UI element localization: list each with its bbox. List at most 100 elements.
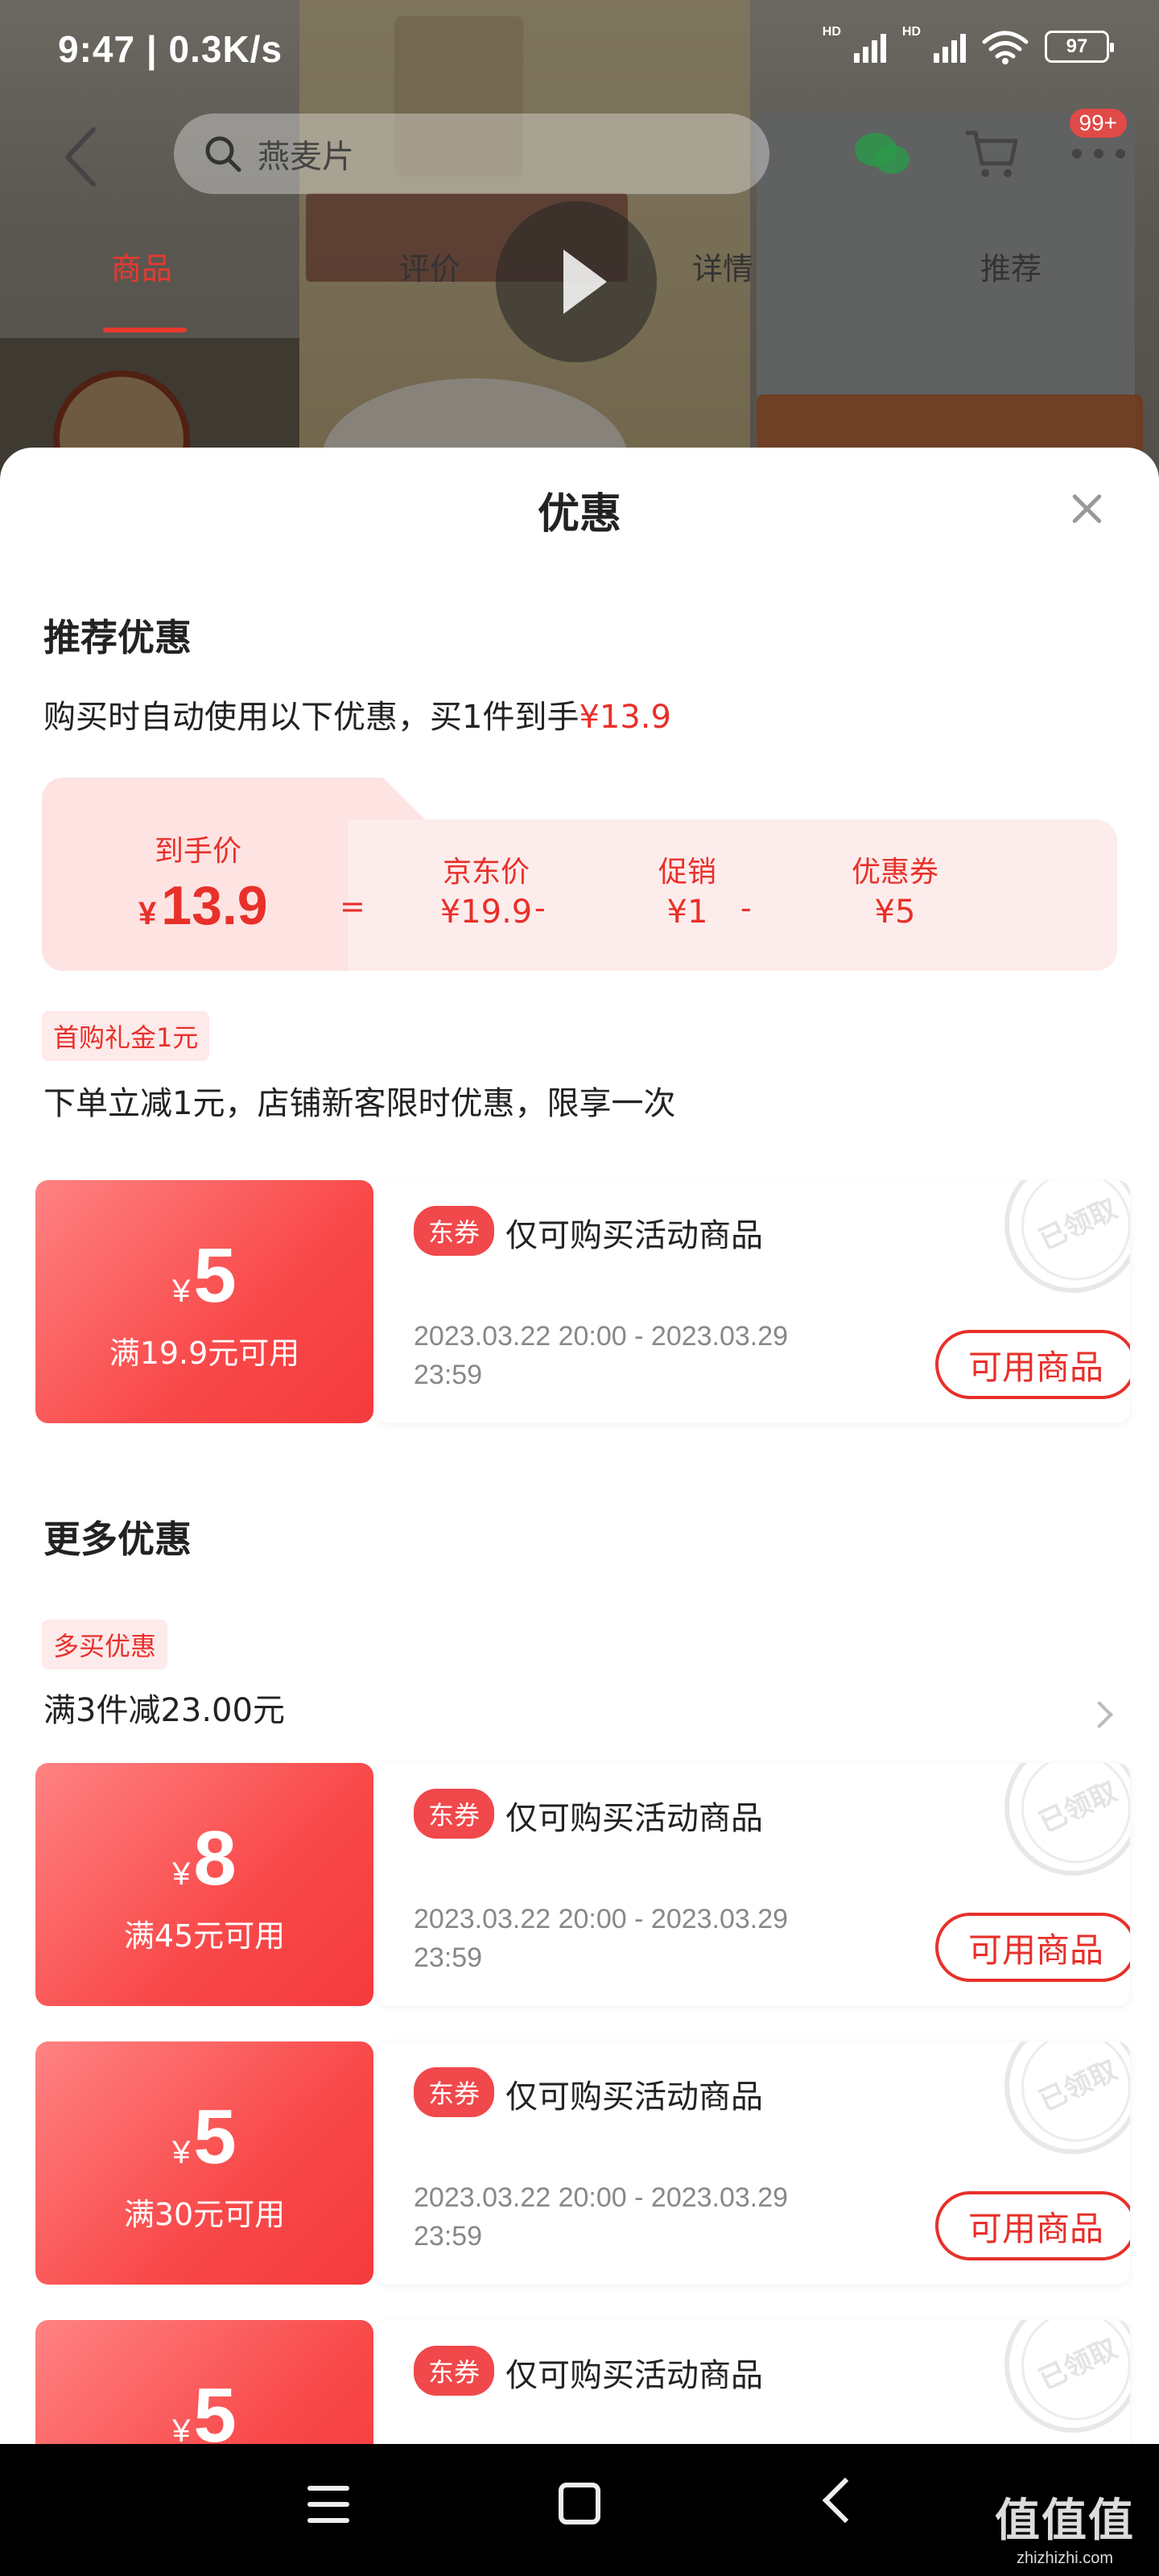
video-play-icon[interactable] (496, 201, 657, 362)
final-price-yen: ¥ (138, 896, 157, 931)
coupon-condition: 满19.9元可用 (109, 1335, 300, 1371)
received-stamp: 已领取 (982, 2320, 1130, 2444)
multi-buy-row[interactable]: 满3件减23.00元 (43, 1684, 285, 1731)
cart-icon[interactable] (963, 125, 1021, 183)
coupon-desc: 仅可购买活动商品 (505, 1217, 763, 1254)
promo-value: ¥1 (666, 894, 708, 931)
first-buy-desc: 下单立减1元，店铺新客限时优惠，限享一次 (43, 1085, 676, 1122)
final-price-label: 到手价 (155, 835, 242, 868)
signal-icon-2 (934, 31, 966, 63)
coupon-card[interactable]: ¥5 满30元可用 已领取 东券 仅可购买活动商品 2023.03.22 20:… (35, 2041, 1130, 2285)
coupon-card[interactable]: ¥5 已领取 东券 仅可购买活动商品 (35, 2320, 1130, 2444)
wechat-share-icon[interactable] (852, 129, 913, 179)
price-breakdown: 到手价 ¥13.9 = 京东价 ¥19.9 - 促销 ¥1 - 优惠券 ¥5 (42, 778, 1117, 971)
summary-prefix: 购买时自动使用以下优惠，买1件到手 (43, 699, 580, 736)
coupon-card[interactable]: ¥5 满19.9元可用 已领取 东券 仅可购买活动商品 2023.03.22 2… (35, 1180, 1130, 1423)
coupon-validity: 2023.03.22 20:00 - 2023.03.29 23:59 (414, 1317, 864, 1394)
coupon-yen: ¥ (172, 1274, 191, 1309)
available-products-button[interactable]: 可用商品 (935, 1913, 1130, 1982)
received-stamp: 已领取 (982, 1763, 1130, 1898)
wifi-icon (982, 31, 1029, 64)
back-arrow-icon[interactable] (58, 125, 106, 189)
recommended-title: 推荐优惠 (43, 616, 192, 659)
recent-apps-icon[interactable] (307, 2486, 349, 2524)
tab-reviews[interactable]: 评价 (399, 244, 460, 288)
coupon-amount-value: 5 (193, 2372, 237, 2444)
coupon-amount: ¥8 (35, 1814, 373, 1903)
coupon-type-badge: 东券 (414, 1789, 495, 1839)
coupon-value-panel: ¥5 (35, 2320, 373, 2444)
coupon-info-panel: 已领取 东券 仅可购买活动商品 (377, 2320, 1130, 2444)
coupon-amount-value: 5 (193, 1232, 237, 1319)
coupon-info-panel: 已领取 东券 仅可购买活动商品 2023.03.22 20:00 - 2023.… (377, 1180, 1130, 1423)
status-time: 9:47 | 0.3K/s (58, 28, 283, 70)
hd-label-2: HD (901, 25, 921, 39)
stamp-text: 已领取 (1034, 2054, 1123, 2118)
status-bar: 9:47 | 0.3K/s HD HD 97 (0, 0, 1159, 97)
tab-active-indicator (103, 328, 187, 332)
discount-sheet: 优惠 推荐优惠 购买时自动使用以下优惠，买1件到手¥13.9 到手价 ¥13.9… (0, 448, 1159, 2444)
first-buy-tag: 首购礼金1元 (42, 1011, 210, 1061)
coupon-type-badge: 东券 (414, 1206, 495, 1256)
coupon-info-panel: 已领取 东券 仅可购买活动商品 2023.03.22 20:00 - 2023.… (377, 2041, 1130, 2285)
hd-label: HD (822, 25, 841, 39)
coupon-label: 优惠券 (851, 856, 938, 889)
top-nav: 燕麦片 99+ (0, 101, 1159, 205)
received-stamp: 已领取 (982, 1180, 1130, 1315)
multi-buy-desc: 满3件减23.00元 (43, 1692, 285, 1729)
promo-label: 促销 (658, 856, 716, 889)
coupon-amount: ¥5 (35, 1232, 373, 1320)
coupon-validity: 2023.03.22 20:00 - 2023.03.29 23:59 (414, 1900, 864, 1977)
coupon-date-line2: 23:59 (414, 1360, 483, 1390)
watermark-url: zhizhizhi.com (1016, 2549, 1114, 2567)
coupon-yen: ¥ (172, 2413, 191, 2444)
watermark-logo-text: 值值值 (995, 2495, 1135, 2547)
more-discounts-title: 更多优惠 (43, 1517, 192, 1561)
system-nav-bar: 值值值 zhizhizhi.com (0, 2444, 1159, 2576)
coupon-amount-value: 5 (193, 2094, 237, 2180)
available-products-button[interactable]: 可用商品 (935, 1330, 1130, 1399)
coupon-info-panel: 已领取 东券 仅可购买活动商品 2023.03.22 20:00 - 2023.… (377, 1763, 1130, 2006)
system-back-icon[interactable] (822, 2477, 868, 2524)
close-icon[interactable] (1067, 489, 1106, 528)
home-icon[interactable] (559, 2483, 600, 2524)
equals-sign: = (340, 889, 365, 924)
summary-price: ¥13.9 (579, 699, 671, 736)
coupon-date-line1: 2023.03.22 20:00 - 2023.03.29 (414, 2182, 789, 2213)
coupon-value-panel: ¥5 满30元可用 (35, 2041, 373, 2285)
watermark: 值值值 zhizhizhi.com (995, 2484, 1135, 2568)
coupon-desc: 仅可购买活动商品 (505, 2079, 763, 2116)
search-icon (205, 136, 241, 172)
coupon-type-badge: 东券 (414, 2067, 495, 2117)
tab-product[interactable]: 商品 (111, 244, 172, 288)
coupon-validity: 2023.03.22 20:00 - 2023.03.29 23:59 (414, 2178, 864, 2256)
tab-details[interactable]: 详情 (692, 244, 753, 288)
coupon-card[interactable]: ¥8 满45元可用 已领取 东券 仅可购买活动商品 2023.03.22 20:… (35, 1763, 1130, 2006)
battery-icon: 97 (1045, 31, 1114, 63)
minus-sign-1: - (534, 890, 546, 926)
received-stamp: 已领取 (982, 2041, 1130, 2177)
coupon-value-panel: ¥5 满19.9元可用 (35, 1180, 373, 1423)
more-icon[interactable] (1070, 146, 1127, 162)
coupon-yen: ¥ (172, 2135, 191, 2170)
coupon-date-line1: 2023.03.22 20:00 - 2023.03.29 (414, 1321, 789, 1352)
coupon-desc: 仅可购买活动商品 (505, 1800, 763, 1837)
final-price-value: 13.9 (161, 875, 268, 936)
coupon-date-line1: 2023.03.22 20:00 - 2023.03.29 (414, 1904, 789, 1934)
available-products-button[interactable]: 可用商品 (935, 2191, 1130, 2260)
search-input[interactable]: 燕麦片 (174, 114, 769, 194)
coupon-value: ¥5 (874, 894, 916, 931)
tab-recommend[interactable]: 推荐 (980, 244, 1041, 288)
recommended-summary: 购买时自动使用以下优惠，买1件到手¥13.9 (43, 691, 671, 737)
multi-buy-tag: 多买优惠 (42, 1620, 168, 1670)
coupon-date-line2: 23:59 (414, 2221, 483, 2252)
coupon-condition: 满30元可用 (123, 2197, 286, 2232)
coupon-amount-value: 8 (193, 1815, 237, 1901)
coupon-yen: ¥ (172, 1856, 191, 1892)
minus-sign-2: - (740, 890, 752, 926)
chevron-right-icon[interactable] (1086, 1701, 1113, 1728)
stamp-text: 已领取 (1034, 1775, 1123, 1839)
coupon-amount: ¥5 (35, 2093, 373, 2182)
coupon-date-line2: 23:59 (414, 1942, 483, 1973)
status-icons: HD HD 97 (823, 25, 1114, 64)
